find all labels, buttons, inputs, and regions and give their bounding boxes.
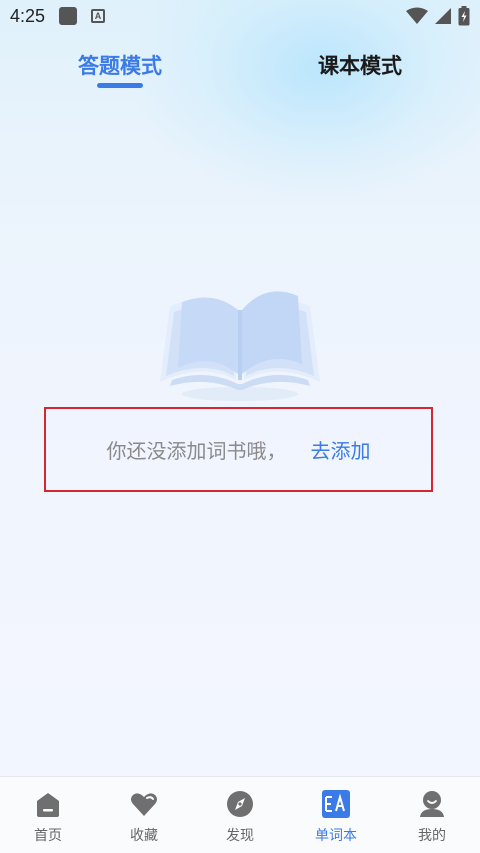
- nav-item-favorites[interactable]: 收藏: [96, 777, 192, 853]
- vocabulary-icon: [322, 790, 350, 818]
- keyboard-a-icon: A: [91, 9, 106, 23]
- nav-item-profile[interactable]: 我的: [384, 777, 480, 853]
- heart-icon: [131, 793, 157, 816]
- status-right: [406, 6, 470, 26]
- nav-item-home[interactable]: 首页: [0, 777, 96, 853]
- add-wordbook-link[interactable]: 去添加: [311, 435, 371, 464]
- notification-app-icon: [59, 7, 78, 25]
- active-tab-indicator: [97, 83, 143, 88]
- compass-icon: [227, 791, 253, 817]
- nav-item-discover[interactable]: 发现: [192, 777, 288, 853]
- battery-icon: [458, 6, 470, 26]
- wifi-icon: [406, 7, 428, 24]
- nav-item-vocabulary[interactable]: 单词本: [288, 777, 384, 853]
- nav-label-favorites: 收藏: [130, 828, 158, 844]
- empty-state-message: 你还没添加词书哦，: [106, 439, 287, 463]
- empty-state-box: 你还没添加词书哦， 去添加: [44, 407, 433, 492]
- nav-label-home: 首页: [34, 828, 62, 844]
- home-icon: [37, 793, 59, 817]
- empty-state-row: 你还没添加词书哦， 去添加: [46, 409, 431, 490]
- tab-textbook-mode[interactable]: 课本模式: [318, 50, 402, 80]
- tab-answer-mode[interactable]: 答题模式: [78, 50, 162, 80]
- status-time: 4:25: [10, 5, 46, 26]
- mode-tabs: 答题模式 课本模式: [0, 40, 480, 100]
- nav-label-vocabulary: 单词本: [315, 828, 357, 844]
- status-bar: 4:25 A: [0, 0, 480, 32]
- bottom-nav: 首页 收藏 发现 单词本 我的: [0, 776, 480, 853]
- open-book-icon: [160, 291, 320, 401]
- profile-icon: [420, 791, 444, 817]
- nav-label-profile: 我的: [418, 828, 446, 844]
- nav-label-discover: 发现: [226, 828, 254, 844]
- signal-icon: [435, 8, 451, 24]
